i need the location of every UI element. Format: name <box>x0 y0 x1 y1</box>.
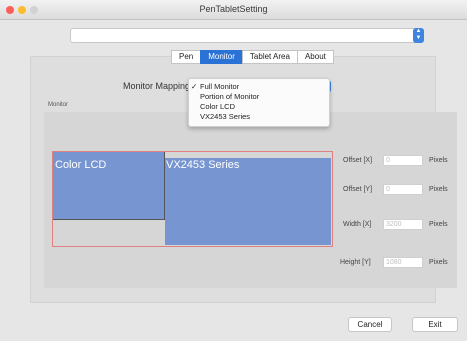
screen-vx2453-label: VX2453 Series <box>166 159 240 171</box>
exit-button[interactable]: Exit <box>412 317 458 332</box>
offset-y-label: Offset [Y] <box>343 186 373 193</box>
mapping-option-portion[interactable]: Portion of Monitor <box>200 92 259 101</box>
title-bar: PenTabletSetting <box>0 0 467 20</box>
updown-chevron-icon: ▲ ▼ <box>413 28 424 43</box>
screen-vx2453[interactable]: VX2453 Series <box>165 158 331 245</box>
tab-bar: Pen Monitor Tablet Area About <box>171 50 334 64</box>
mapping-option-vx2453[interactable]: VX2453 Series <box>200 112 250 121</box>
height-label: Height [Y] <box>340 259 371 266</box>
offset-y-input[interactable] <box>383 184 423 195</box>
screen-color-lcd-label: Color LCD <box>55 159 107 171</box>
mapping-option-full-monitor[interactable]: Full Monitor <box>200 82 239 91</box>
app-window: PenTabletSetting ▲ ▼ Pen Monitor Tablet A… <box>0 0 467 341</box>
offset-x-input[interactable] <box>383 155 423 166</box>
width-label: Width [X] <box>343 221 372 228</box>
monitor-mapping-dropdown[interactable]: ✓ Full Monitor Portion of Monitor Color … <box>188 78 330 127</box>
device-select[interactable]: ▲ ▼ <box>70 28 424 43</box>
offset-x-unit: Pixels <box>429 157 448 164</box>
monitor-group-label: Monitor <box>48 102 69 108</box>
tab-tablet-area[interactable]: Tablet Area <box>241 50 298 64</box>
tab-about[interactable]: About <box>296 50 334 64</box>
tab-pen[interactable]: Pen <box>171 50 202 64</box>
offset-x-label: Offset [X] <box>343 157 373 164</box>
offset-y-unit: Pixels <box>429 186 448 193</box>
tab-monitor[interactable]: Monitor <box>200 50 243 64</box>
checkmark-icon: ✓ <box>191 82 198 91</box>
width-unit: Pixels <box>429 221 448 228</box>
height-unit: Pixels <box>429 259 448 266</box>
monitor-mapping-label: Monitor Mapping <box>123 81 191 91</box>
height-input[interactable] <box>383 257 423 268</box>
screen-color-lcd[interactable]: Color LCD <box>53 152 165 220</box>
mapping-option-color-lcd[interactable]: Color LCD <box>200 102 235 111</box>
width-input[interactable] <box>383 219 423 230</box>
cancel-button[interactable]: Cancel <box>348 317 392 332</box>
window-title: PenTabletSetting <box>199 4 268 14</box>
